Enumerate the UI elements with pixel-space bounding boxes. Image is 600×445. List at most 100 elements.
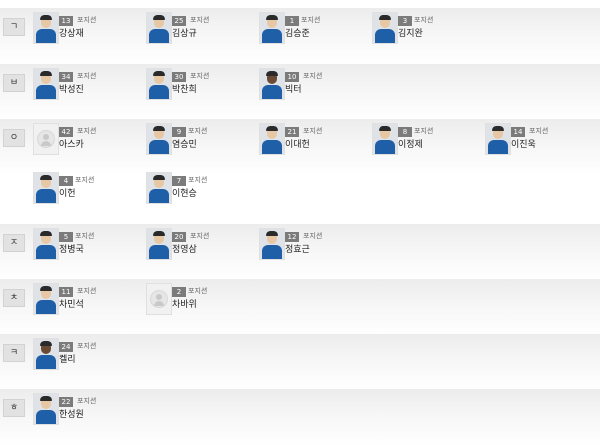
section-initial-label: ㄱ — [3, 18, 25, 36]
person-silhouette-icon — [37, 130, 55, 148]
player-name[interactable]: 이현승 — [172, 188, 197, 200]
roster-section: ㅊ 11 포지션 차민석 2 포지션 차바위 — [0, 279, 600, 335]
player-name[interactable]: 이진욱 — [511, 139, 536, 151]
hair-shape — [153, 175, 165, 180]
player-name[interactable]: 김상규 — [172, 28, 197, 40]
hair-shape — [379, 126, 391, 131]
player-photo[interactable] — [33, 12, 59, 44]
hair-shape — [40, 175, 52, 180]
position-label: 포지션 — [529, 127, 549, 135]
section-initial-label: ㅊ — [3, 289, 25, 307]
player-card[interactable]: 14 포지션이진욱 — [485, 123, 597, 159]
player-card[interactable]: 24 포지션 켈리 — [33, 338, 145, 374]
section-initial-label: ㅋ — [3, 344, 25, 362]
player-photo[interactable] — [146, 172, 172, 204]
player-photo[interactable] — [33, 68, 59, 100]
player-photo[interactable] — [33, 172, 59, 204]
player-photo[interactable] — [146, 12, 172, 44]
player-photo[interactable] — [146, 228, 172, 260]
player-name[interactable]: 차민석 — [59, 299, 84, 311]
position-label: 포지션 — [303, 232, 323, 240]
player-card[interactable]: 3 포지션 김지완 — [372, 12, 484, 48]
jersey-number-badge: 3 — [398, 16, 412, 26]
player-card[interactable]: 7 포지션 이현승 — [146, 172, 258, 208]
position-label: 포지션 — [75, 176, 95, 184]
player-photo[interactable] — [146, 123, 172, 155]
no-photo-placeholder-icon[interactable] — [146, 283, 172, 315]
player-card[interactable]: 21 포지션 이대헌 — [259, 123, 371, 159]
player-name[interactable]: 차바위 — [172, 299, 197, 311]
jersey-number-badge: 9 — [172, 127, 186, 137]
position-label: 포지션 — [190, 16, 210, 24]
player-card[interactable]: 22 포지션 한성원 — [33, 393, 145, 429]
player-name[interactable]: 염승민 — [172, 139, 197, 151]
player-name[interactable]: 박성진 — [59, 84, 84, 96]
player-photo[interactable] — [259, 228, 285, 260]
player-photo[interactable] — [259, 68, 285, 100]
player-name[interactable]: 켈리 — [59, 354, 76, 366]
player-photo[interactable] — [33, 393, 59, 425]
jersey-number-badge: 12 — [285, 232, 299, 242]
player-card[interactable]: 1 포지션김승준 — [259, 12, 371, 48]
jersey-number-badge: 34 — [59, 72, 73, 82]
section-initial-label: ㅇ — [3, 129, 25, 147]
player-name[interactable]: 박찬희 — [172, 84, 197, 96]
player-photo[interactable] — [485, 123, 511, 155]
player-card[interactable]: 5 포지션 정병국 — [33, 228, 145, 264]
player-name[interactable]: 이정제 — [398, 139, 423, 151]
position-label: 포지션 — [188, 127, 208, 135]
jersey-shape — [36, 85, 56, 99]
jersey-number-badge: 14 — [511, 127, 525, 137]
player-card[interactable]: 30 포지션 박찬희 — [146, 68, 258, 104]
player-photo[interactable] — [146, 68, 172, 100]
player-name[interactable]: 강상재 — [59, 28, 84, 40]
no-photo-placeholder-icon[interactable] — [33, 123, 59, 155]
jersey-number-badge: 4 — [59, 176, 73, 186]
player-roster: ㄱ 13 포지션 강상재 25 포지션 김상규 1 포지션 김승준 3 포지션 김지완 ㅂ 34 포지션 박성진… — [0, 0, 600, 445]
roster-section: ㄱ 13 포지션 강상재 25 포지션 김상규 1 포지션 김승준 3 포지션 김지완 — [0, 8, 600, 64]
player-card[interactable]: 42 포지션 아스카 — [33, 123, 145, 159]
player-name[interactable]: 김승준 — [285, 28, 310, 40]
player-name[interactable]: 정영삼 — [172, 244, 197, 256]
hair-shape — [40, 396, 52, 401]
player-photo[interactable] — [33, 228, 59, 260]
player-name[interactable]: 한성원 — [59, 409, 84, 421]
player-name[interactable]: 아스카 — [59, 139, 84, 151]
player-photo[interactable] — [259, 12, 285, 44]
position-label: 포지션 — [77, 287, 97, 295]
position-label: 포지션 — [77, 342, 97, 350]
player-photo[interactable] — [33, 283, 59, 315]
jersey-shape — [149, 140, 169, 154]
player-card[interactable]: 20 포지션 정영삼 — [146, 228, 258, 264]
player-card[interactable]: 25 포지션 김상규 — [146, 12, 258, 48]
player-photo[interactable] — [259, 123, 285, 155]
jersey-shape — [262, 245, 282, 259]
player-name[interactable]: 빅터 — [285, 84, 302, 96]
hair-shape — [40, 15, 52, 20]
jersey-number-badge: 1 — [285, 16, 299, 26]
jersey-shape — [488, 140, 508, 154]
player-photo[interactable] — [33, 338, 59, 370]
position-label: 포지션 — [301, 16, 321, 24]
player-name[interactable]: 정병국 — [59, 244, 84, 256]
player-name[interactable]: 정효근 — [285, 244, 310, 256]
player-card[interactable]: 2 포지션 차바위 — [146, 283, 258, 319]
player-card[interactable]: 11 포지션 차민석 — [33, 283, 145, 319]
player-photo[interactable] — [372, 123, 398, 155]
player-card[interactable]: 13 포지션 강상재 — [33, 12, 145, 48]
jersey-number-badge: 42 — [59, 127, 73, 137]
player-card[interactable]: 10 포지션 빅터 — [259, 68, 371, 104]
player-name[interactable]: 이헌 — [59, 188, 76, 200]
player-card[interactable]: 9 포지션염승민 — [146, 123, 258, 159]
hair-shape — [266, 231, 278, 236]
player-name[interactable]: 김지완 — [398, 28, 423, 40]
jersey-number-badge: 10 — [285, 72, 299, 82]
player-name[interactable]: 이대헌 — [285, 139, 310, 151]
position-label: 포지션 — [77, 72, 97, 80]
player-photo[interactable] — [372, 12, 398, 44]
player-card[interactable]: 12 포지션정효근 — [259, 228, 371, 264]
hair-shape — [266, 15, 278, 20]
player-card[interactable]: 34 포지션박성진 — [33, 68, 145, 104]
player-card[interactable]: 8 포지션 이정제 — [372, 123, 484, 159]
player-card[interactable]: 4 포지션이헌 — [33, 172, 145, 208]
